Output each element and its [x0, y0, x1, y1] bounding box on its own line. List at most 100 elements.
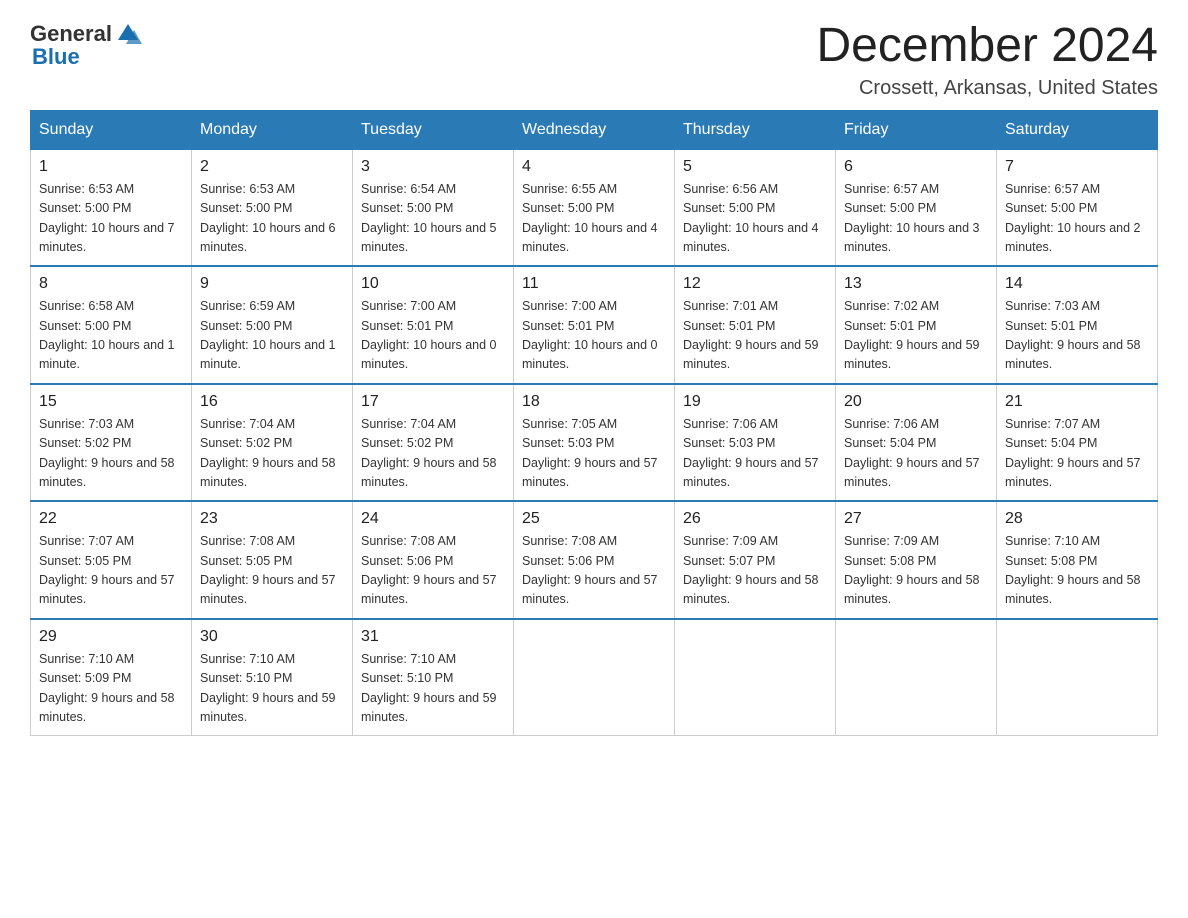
- day-info: Sunrise: 6:57 AM Sunset: 5:00 PM Dayligh…: [844, 180, 988, 258]
- calendar-day-cell: 20 Sunrise: 7:06 AM Sunset: 5:04 PM Dayl…: [836, 384, 997, 502]
- day-number: 30: [200, 628, 344, 646]
- location-subtitle: Crossett, Arkansas, United States: [816, 77, 1158, 100]
- header-day-monday: Monday: [192, 110, 353, 149]
- calendar-day-cell: 10 Sunrise: 7:00 AM Sunset: 5:01 PM Dayl…: [353, 266, 514, 384]
- day-info: Sunrise: 7:10 AM Sunset: 5:08 PM Dayligh…: [1005, 532, 1149, 610]
- day-info: Sunrise: 7:08 AM Sunset: 5:06 PM Dayligh…: [522, 532, 666, 610]
- day-info: Sunrise: 7:06 AM Sunset: 5:03 PM Dayligh…: [683, 415, 827, 493]
- calendar-day-cell: 29 Sunrise: 7:10 AM Sunset: 5:09 PM Dayl…: [31, 619, 192, 736]
- day-info: Sunrise: 6:56 AM Sunset: 5:00 PM Dayligh…: [683, 180, 827, 258]
- calendar-day-cell: 15 Sunrise: 7:03 AM Sunset: 5:02 PM Dayl…: [31, 384, 192, 502]
- empty-day-cell: [675, 619, 836, 736]
- calendar-day-cell: 8 Sunrise: 6:58 AM Sunset: 5:00 PM Dayli…: [31, 266, 192, 384]
- day-number: 8: [39, 275, 183, 293]
- calendar-day-cell: 16 Sunrise: 7:04 AM Sunset: 5:02 PM Dayl…: [192, 384, 353, 502]
- day-info: Sunrise: 7:10 AM Sunset: 5:10 PM Dayligh…: [361, 650, 505, 728]
- day-info: Sunrise: 7:10 AM Sunset: 5:10 PM Dayligh…: [200, 650, 344, 728]
- day-info: Sunrise: 7:03 AM Sunset: 5:01 PM Dayligh…: [1005, 297, 1149, 375]
- calendar-day-cell: 19 Sunrise: 7:06 AM Sunset: 5:03 PM Dayl…: [675, 384, 836, 502]
- day-number: 18: [522, 393, 666, 411]
- header-day-friday: Friday: [836, 110, 997, 149]
- calendar-day-cell: 21 Sunrise: 7:07 AM Sunset: 5:04 PM Dayl…: [997, 384, 1158, 502]
- logo-blue-text: Blue: [32, 44, 80, 70]
- day-info: Sunrise: 7:07 AM Sunset: 5:05 PM Dayligh…: [39, 532, 183, 610]
- day-number: 20: [844, 393, 988, 411]
- page-header: General Blue December 2024 Crossett, Ark…: [30, 20, 1158, 100]
- day-info: Sunrise: 7:09 AM Sunset: 5:07 PM Dayligh…: [683, 532, 827, 610]
- day-info: Sunrise: 6:59 AM Sunset: 5:00 PM Dayligh…: [200, 297, 344, 375]
- day-number: 2: [200, 158, 344, 176]
- logo-icon: [114, 20, 142, 48]
- day-info: Sunrise: 7:01 AM Sunset: 5:01 PM Dayligh…: [683, 297, 827, 375]
- calendar-day-cell: 12 Sunrise: 7:01 AM Sunset: 5:01 PM Dayl…: [675, 266, 836, 384]
- day-number: 15: [39, 393, 183, 411]
- calendar-day-cell: 13 Sunrise: 7:02 AM Sunset: 5:01 PM Dayl…: [836, 266, 997, 384]
- calendar-day-cell: 1 Sunrise: 6:53 AM Sunset: 5:00 PM Dayli…: [31, 149, 192, 266]
- day-number: 6: [844, 158, 988, 176]
- day-number: 22: [39, 510, 183, 528]
- day-number: 16: [200, 393, 344, 411]
- empty-day-cell: [997, 619, 1158, 736]
- calendar-day-cell: 2 Sunrise: 6:53 AM Sunset: 5:00 PM Dayli…: [192, 149, 353, 266]
- day-number: 14: [1005, 275, 1149, 293]
- calendar-week-row: 22 Sunrise: 7:07 AM Sunset: 5:05 PM Dayl…: [31, 501, 1158, 619]
- calendar-day-cell: 9 Sunrise: 6:59 AM Sunset: 5:00 PM Dayli…: [192, 266, 353, 384]
- month-title: December 2024: [816, 20, 1158, 73]
- day-info: Sunrise: 7:02 AM Sunset: 5:01 PM Dayligh…: [844, 297, 988, 375]
- day-number: 23: [200, 510, 344, 528]
- calendar-week-row: 15 Sunrise: 7:03 AM Sunset: 5:02 PM Dayl…: [31, 384, 1158, 502]
- day-info: Sunrise: 7:07 AM Sunset: 5:04 PM Dayligh…: [1005, 415, 1149, 493]
- calendar-day-cell: 14 Sunrise: 7:03 AM Sunset: 5:01 PM Dayl…: [997, 266, 1158, 384]
- day-number: 12: [683, 275, 827, 293]
- calendar-table: SundayMondayTuesdayWednesdayThursdayFrid…: [30, 110, 1158, 737]
- calendar-day-cell: 28 Sunrise: 7:10 AM Sunset: 5:08 PM Dayl…: [997, 501, 1158, 619]
- day-number: 11: [522, 275, 666, 293]
- day-number: 9: [200, 275, 344, 293]
- calendar-header-row: SundayMondayTuesdayWednesdayThursdayFrid…: [31, 110, 1158, 149]
- calendar-day-cell: 22 Sunrise: 7:07 AM Sunset: 5:05 PM Dayl…: [31, 501, 192, 619]
- calendar-day-cell: 18 Sunrise: 7:05 AM Sunset: 5:03 PM Dayl…: [514, 384, 675, 502]
- day-number: 3: [361, 158, 505, 176]
- calendar-day-cell: 6 Sunrise: 6:57 AM Sunset: 5:00 PM Dayli…: [836, 149, 997, 266]
- day-number: 1: [39, 158, 183, 176]
- day-info: Sunrise: 7:06 AM Sunset: 5:04 PM Dayligh…: [844, 415, 988, 493]
- day-info: Sunrise: 6:53 AM Sunset: 5:00 PM Dayligh…: [200, 180, 344, 258]
- day-info: Sunrise: 6:58 AM Sunset: 5:00 PM Dayligh…: [39, 297, 183, 375]
- calendar-day-cell: 17 Sunrise: 7:04 AM Sunset: 5:02 PM Dayl…: [353, 384, 514, 502]
- empty-day-cell: [836, 619, 997, 736]
- header-day-saturday: Saturday: [997, 110, 1158, 149]
- header-day-sunday: Sunday: [31, 110, 192, 149]
- day-info: Sunrise: 7:09 AM Sunset: 5:08 PM Dayligh…: [844, 532, 988, 610]
- calendar-day-cell: 24 Sunrise: 7:08 AM Sunset: 5:06 PM Dayl…: [353, 501, 514, 619]
- header-day-thursday: Thursday: [675, 110, 836, 149]
- logo: General Blue: [30, 20, 142, 70]
- day-number: 7: [1005, 158, 1149, 176]
- calendar-day-cell: 30 Sunrise: 7:10 AM Sunset: 5:10 PM Dayl…: [192, 619, 353, 736]
- day-info: Sunrise: 7:08 AM Sunset: 5:06 PM Dayligh…: [361, 532, 505, 610]
- header-day-tuesday: Tuesday: [353, 110, 514, 149]
- day-info: Sunrise: 6:54 AM Sunset: 5:00 PM Dayligh…: [361, 180, 505, 258]
- day-info: Sunrise: 7:00 AM Sunset: 5:01 PM Dayligh…: [361, 297, 505, 375]
- calendar-week-row: 1 Sunrise: 6:53 AM Sunset: 5:00 PM Dayli…: [31, 149, 1158, 266]
- day-number: 13: [844, 275, 988, 293]
- calendar-day-cell: 27 Sunrise: 7:09 AM Sunset: 5:08 PM Dayl…: [836, 501, 997, 619]
- day-info: Sunrise: 7:04 AM Sunset: 5:02 PM Dayligh…: [361, 415, 505, 493]
- day-info: Sunrise: 7:00 AM Sunset: 5:01 PM Dayligh…: [522, 297, 666, 375]
- day-info: Sunrise: 7:10 AM Sunset: 5:09 PM Dayligh…: [39, 650, 183, 728]
- calendar-day-cell: 26 Sunrise: 7:09 AM Sunset: 5:07 PM Dayl…: [675, 501, 836, 619]
- calendar-day-cell: 7 Sunrise: 6:57 AM Sunset: 5:00 PM Dayli…: [997, 149, 1158, 266]
- day-number: 5: [683, 158, 827, 176]
- day-number: 10: [361, 275, 505, 293]
- day-info: Sunrise: 7:03 AM Sunset: 5:02 PM Dayligh…: [39, 415, 183, 493]
- day-number: 27: [844, 510, 988, 528]
- header-day-wednesday: Wednesday: [514, 110, 675, 149]
- day-info: Sunrise: 7:08 AM Sunset: 5:05 PM Dayligh…: [200, 532, 344, 610]
- calendar-day-cell: 23 Sunrise: 7:08 AM Sunset: 5:05 PM Dayl…: [192, 501, 353, 619]
- calendar-week-row: 8 Sunrise: 6:58 AM Sunset: 5:00 PM Dayli…: [31, 266, 1158, 384]
- day-number: 29: [39, 628, 183, 646]
- calendar-day-cell: 25 Sunrise: 7:08 AM Sunset: 5:06 PM Dayl…: [514, 501, 675, 619]
- day-number: 4: [522, 158, 666, 176]
- title-section: December 2024 Crossett, Arkansas, United…: [816, 20, 1158, 100]
- day-info: Sunrise: 7:04 AM Sunset: 5:02 PM Dayligh…: [200, 415, 344, 493]
- day-number: 17: [361, 393, 505, 411]
